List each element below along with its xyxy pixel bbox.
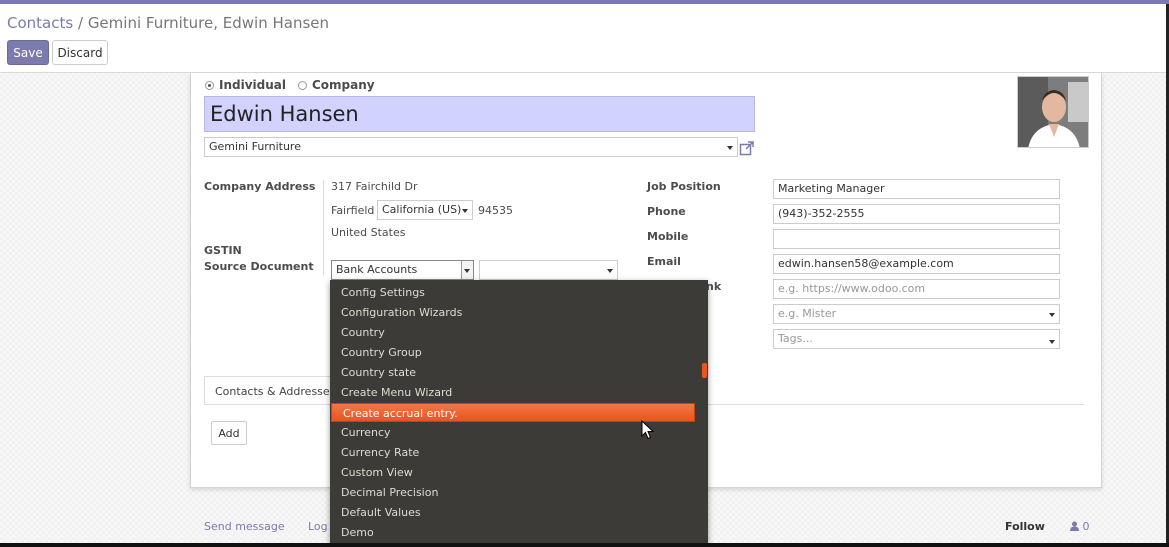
- gstin-label: GSTIN: [204, 244, 242, 257]
- avatar-portrait: [1018, 77, 1088, 147]
- state-select[interactable]: California (US): [377, 200, 473, 220]
- website-input[interactable]: e.g. https://www.odoo.com: [773, 279, 1060, 299]
- title-select[interactable]: e.g. Mister: [773, 304, 1060, 324]
- discard-button[interactable]: Discard: [52, 40, 108, 65]
- log-note-link[interactable]: Log: [308, 520, 328, 533]
- dropdown-item[interactable]: Default Values: [330, 503, 694, 522]
- dropdown-item[interactable]: Custom View: [330, 463, 694, 482]
- address-divider: [323, 180, 324, 275]
- mouse-cursor-icon: [641, 420, 655, 440]
- follow-button[interactable]: Follow: [1005, 520, 1045, 533]
- dropdown-item[interactable]: Demo: [330, 523, 694, 542]
- followers-count: 0: [1082, 520, 1090, 533]
- dropdown-item[interactable]: Country: [330, 323, 694, 342]
- individual-radio[interactable]: [205, 80, 214, 90]
- individual-radio-label[interactable]: Individual: [219, 78, 286, 92]
- dropdown-item[interactable]: Country Group: [330, 343, 694, 362]
- breadcrumb-contacts-link[interactable]: Contacts: [7, 14, 73, 32]
- phone-input[interactable]: (943)-352-2555: [773, 204, 1060, 224]
- city-value: Fairfield: [331, 204, 375, 217]
- website-label-partial: nk: [706, 280, 722, 293]
- chevron-down-icon: [462, 209, 468, 213]
- phone-label: Phone: [647, 205, 686, 218]
- tags-placeholder: Tags...: [778, 332, 813, 345]
- source-document-model-value: Bank Accounts: [336, 263, 418, 276]
- chevron-down-icon: [1049, 340, 1055, 344]
- company-radio[interactable]: [298, 80, 307, 90]
- breadcrumb: Contacts / Gemini Furniture, Edwin Hanse…: [7, 14, 329, 32]
- dropdown-item[interactable]: Country state: [330, 363, 694, 382]
- dropdown-item[interactable]: Currency: [330, 423, 694, 442]
- dropdown-item[interactable]: Create Menu Wizard: [330, 383, 694, 402]
- breadcrumb-current: Gemini Furniture, Edwin Hansen: [87, 14, 330, 32]
- zip-value: 94535: [478, 204, 513, 217]
- title-placeholder: e.g. Mister: [778, 307, 837, 320]
- job-position-input[interactable]: Marketing Manager: [773, 179, 1060, 199]
- source-document-model-dropdown[interactable]: Config Settings Configuration Wizards Co…: [330, 280, 708, 547]
- control-panel: Contacts / Gemini Furniture, Edwin Hanse…: [0, 4, 1169, 73]
- parent-company-value: Gemini Furniture: [209, 140, 301, 153]
- contact-avatar-image[interactable]: [1017, 76, 1089, 148]
- job-position-label: Job Position: [647, 180, 721, 193]
- company-radio-label[interactable]: Company: [312, 78, 375, 92]
- tags-select[interactable]: Tags...: [773, 329, 1060, 349]
- dropdown-item[interactable]: Decimal Precision: [330, 483, 694, 502]
- dropdown-scrollbar-thumb[interactable]: [702, 363, 707, 378]
- street-value: 317 Fairchild Dr: [331, 180, 418, 193]
- name-input[interactable]: Edwin Hansen: [204, 96, 755, 132]
- state-value: California (US): [382, 203, 462, 216]
- window-bottom-edge: [0, 543, 1169, 547]
- dropdown-item[interactable]: Currency Rate: [330, 443, 694, 462]
- followers-button[interactable]: 0: [1070, 520, 1090, 533]
- parent-company-select[interactable]: Gemini Furniture: [204, 137, 738, 157]
- send-message-link[interactable]: Send message: [204, 520, 285, 533]
- source-document-model-select[interactable]: Bank Accounts: [331, 260, 474, 280]
- breadcrumb-separator: /: [77, 14, 84, 32]
- company-address-label: Company Address: [204, 180, 316, 193]
- chevron-down-icon: [1049, 313, 1055, 317]
- dropdown-item[interactable]: Config Settings: [330, 283, 694, 302]
- save-button[interactable]: Save: [7, 40, 49, 65]
- user-icon: [1070, 521, 1079, 531]
- email-input[interactable]: edwin.hansen58@example.com: [773, 254, 1060, 274]
- source-document-label: Source Document: [204, 260, 314, 273]
- tab-contacts-addresses[interactable]: Contacts & Addresses: [204, 376, 332, 405]
- country-value: United States: [331, 226, 406, 239]
- mobile-label: Mobile: [647, 230, 689, 243]
- dropdown-item[interactable]: Configuration Wizards: [330, 303, 694, 322]
- source-document-record-select[interactable]: [479, 260, 618, 280]
- add-contact-button[interactable]: Add: [211, 421, 247, 445]
- company-type-radio-group: Individual Company: [205, 78, 375, 92]
- external-link-icon[interactable]: [739, 140, 755, 156]
- chevron-down-icon: [727, 146, 733, 150]
- chevron-down-icon: [607, 269, 613, 273]
- chevron-down-icon: [464, 269, 470, 273]
- mobile-input[interactable]: [773, 229, 1060, 249]
- email-label: Email: [647, 255, 681, 268]
